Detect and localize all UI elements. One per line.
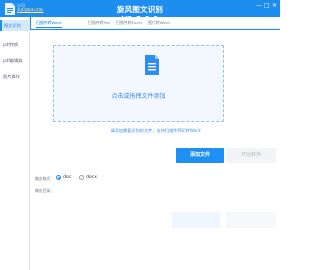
sidebar-item-pdf-editor[interactable]: pdf编辑器 — [0, 55, 29, 66]
sidebar: 图文识别 pdf转换 pdf编辑器 图片操作 — [0, 17, 30, 270]
app-logo-icon — [5, 3, 15, 15]
tab-image-to-word[interactable]: 图片转Word — [148, 17, 170, 28]
output-path-area[interactable] — [172, 212, 220, 228]
tabs-divider — [31, 28, 280, 29]
browse-area[interactable] — [226, 212, 276, 228]
add-file-button[interactable]: 添加文件 — [176, 148, 224, 163]
word-document-icon — [145, 55, 159, 75]
sidebar-item-pdf-convert[interactable]: pdf转换 — [0, 39, 29, 50]
output-dir-label: 输出目录： — [35, 188, 54, 193]
tab-scan-to-excel[interactable]: 扫描件转Excel — [116, 17, 142, 28]
minimize-icon[interactable]: — — [256, 2, 262, 10]
format-docx-radio[interactable] — [79, 175, 84, 180]
sidebar-item-ocr[interactable]: 图文识别 — [0, 20, 29, 31]
maximize-icon[interactable]: □ — [264, 2, 270, 10]
output-format-label: 输出格式： — [35, 176, 54, 181]
format-doc-label[interactable]: doc — [63, 175, 71, 180]
tab-scan-to-word[interactable]: 扫描件转Word — [36, 17, 62, 28]
file-drop-zone[interactable] — [53, 45, 224, 122]
format-docx-label[interactable]: docx — [86, 175, 97, 180]
sidebar-item-image-ops[interactable]: 图片操作 — [0, 71, 29, 82]
drop-zone-label: 点击或拖拽文件添加 — [111, 93, 166, 100]
activation-link[interactable]: 未激活版本(试用) — [17, 8, 43, 13]
format-doc-radio[interactable] — [56, 175, 61, 180]
tab-bar: 扫描件转Word 扫描件转Ppt 扫描件转Excel 图片转Word — [31, 17, 280, 28]
start-convert-button[interactable]: 开始转换 — [226, 148, 276, 163]
tab-scan-to-ppt[interactable]: 扫描件转Ppt — [88, 17, 110, 28]
supported-files-hint: 请添加需要识别的文件，支持扫描件PDF转Word — [110, 128, 201, 133]
close-icon[interactable]: ✕ — [272, 2, 277, 10]
